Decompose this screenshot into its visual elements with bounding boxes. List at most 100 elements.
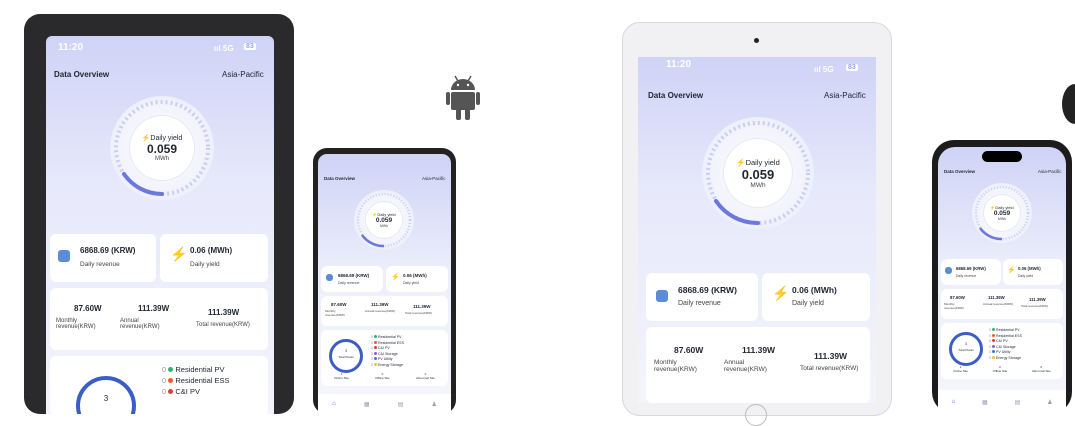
dynamic-island [982, 151, 1022, 162]
gauge-unit: MWh [997, 217, 1007, 221]
page-title: Data Overview [944, 169, 976, 174]
annual-revenue-value: 111.39W [138, 304, 170, 313]
plant-donut: 3 Total Plants [949, 332, 983, 366]
battery-icon: 83 [244, 43, 256, 50]
plant-donut: 3 Total Plants [329, 339, 363, 373]
gauge-unit: MWh [379, 224, 389, 228]
money-bag-icon [945, 267, 952, 274]
region-selector[interactable]: Asia-Pacific [1038, 169, 1062, 174]
page-title: Data Overview [648, 91, 704, 100]
tab-bar: ⌂ ▦ ▤ ♟ [318, 394, 451, 414]
revenue-value: 6868.69 (KRW) [338, 273, 370, 278]
region-selector[interactable]: Asia-Pacific [824, 91, 866, 100]
ipad-frame: 11:20 ııl 5G 83 Data Overview Asia-Pacif… [622, 22, 892, 426]
daily-yield-card[interactable]: ⚡ 0.06 (MWh) Daily yield [762, 273, 870, 321]
yield-label: Daily yield [190, 261, 220, 268]
gauge-unit: MWh [750, 181, 766, 189]
annual-revenue-value: 111.39W [742, 345, 776, 355]
yield-bolt-icon: ⚡ [170, 246, 188, 262]
iphone-screen: Data Overview Asia-Pacific ⚡Daily yield … [938, 147, 1066, 414]
android-tablet-frame: 11:20 ııl 5G 83 Data Overview Asia-Pacif… [24, 14, 294, 414]
yield-value: 0.06 (MWh) [792, 285, 837, 295]
daily-revenue-card[interactable]: 6868.69 (KRW) Daily revenue [646, 273, 758, 321]
gauge-value: 0.059 [375, 217, 393, 224]
revenue-summary-card: 87.60W Monthly revenue(KRW) 111.39W Annu… [646, 327, 870, 403]
gauge-value: 0.059 [741, 166, 775, 182]
plant-breakdown-card: 3 Total Plants 0 Residential PV 0 Reside… [941, 323, 1063, 379]
annual-revenue-label: Annual revenue(KRW) [724, 359, 767, 373]
apple-logo-icon [1062, 84, 1075, 124]
ipad-screen: 11:20 ııl 5G 83 Data Overview Asia-Pacif… [638, 57, 876, 403]
revenue-label: Daily revenue [80, 261, 120, 268]
yield-bolt-icon: ⚡ [772, 285, 790, 301]
tab-devices-icon[interactable]: ▤ [398, 401, 404, 408]
monthly-revenue-value: 87.60W [950, 295, 965, 300]
plant-legend: 0 Residential PV 0 Residential ESS 0 C&I… [989, 328, 1022, 360]
total-revenue-label: Total revenue(KRW) [405, 311, 432, 315]
plant-legend: 0 Residential PV 0 Residential ESS 0 C&I… [162, 364, 230, 397]
tab-bar: ⌂ ▦ ▤ ♟ [938, 390, 1066, 414]
revenue-summary-card: 87.60W Monthly revenue(KRW) 111.39W Annu… [50, 288, 268, 350]
daily-yield-gauge: ⚡Daily yield 0.059 MWh [972, 183, 1032, 243]
legend-item: 0 Residential ESS [162, 376, 230, 385]
plant-breakdown-card: 3 Total Plants 0 Residential PV 0 Reside… [321, 330, 448, 386]
yield-bolt-icon: ⚡ [1007, 267, 1016, 274]
total-revenue-label: Total revenue(KRW) [800, 365, 859, 372]
total-revenue-label: Total revenue(KRW) [196, 322, 250, 328]
daily-revenue-card[interactable]: 6868.69 (KRW) Daily revenue [50, 234, 156, 282]
tab-overview-icon[interactable]: ⌂ [951, 399, 955, 405]
yield-value: 0.06 (MWh) [403, 273, 427, 278]
annual-revenue-value: 111.39W [988, 295, 1005, 300]
daily-yield-card[interactable]: ⚡ 0.06 (MWh) Daily yield [160, 234, 268, 282]
total-revenue-value: 111.39W [208, 308, 240, 317]
site-status-row: 1 Online Site 0 Offline Site 0 Abnormal Sit… [953, 365, 1051, 373]
region-selector[interactable]: Asia-Pacific [422, 176, 446, 181]
plant-legend: 0 Residential PV 0 Residential ESS 0 C&I… [371, 335, 404, 367]
monthly-revenue-value: 87.60W [74, 304, 102, 313]
daily-yield-card[interactable]: ⚡ 0.06 (MWh) Daily yield [386, 266, 448, 292]
daily-yield-card[interactable]: ⚡ 0.06 (MWh) Daily yield [1003, 259, 1063, 285]
signal-icon: ııl 5G [214, 44, 234, 53]
site-status-row: 1 Online Site 0 Offline Site 0 Abnormal Sit… [334, 372, 435, 380]
revenue-summary-card: 87.60W Monthly revenue(KRW) 111.39W Annu… [941, 289, 1063, 319]
annual-revenue-label: Annual revenue(KRW) [365, 309, 395, 313]
annual-revenue-label: Annual revenue(KRW) [983, 302, 1013, 306]
monthly-revenue-label: Monthly revenue(KRW) [944, 302, 964, 310]
monthly-revenue-label: Monthly revenue(KRW) [56, 318, 96, 330]
tab-plants-icon[interactable]: ▦ [364, 401, 370, 408]
region-selector[interactable]: Asia-Pacific [222, 70, 264, 79]
yield-label: Daily yield [403, 281, 419, 285]
yield-label: Daily yield [1018, 274, 1034, 278]
total-revenue-value: 111.39W [413, 304, 431, 309]
total-revenue-value: 111.39W [1029, 297, 1046, 302]
plant-donut: 3 [76, 376, 136, 414]
daily-revenue-card[interactable]: 6868.69 (KRW) Daily revenue [321, 266, 383, 292]
tab-me-icon[interactable]: ♟ [1047, 399, 1052, 406]
gauge-label: Daily yield [150, 135, 183, 142]
money-bag-icon [656, 290, 668, 302]
revenue-value: 6868.69 (KRW) [678, 285, 737, 295]
money-bag-icon [58, 250, 70, 262]
plant-count: 3 [103, 394, 109, 403]
home-button[interactable] [745, 404, 767, 426]
tab-plants-icon[interactable]: ▦ [982, 399, 988, 406]
yield-bolt-icon: ⚡ [391, 274, 400, 281]
yield-label: Daily yield [792, 300, 824, 307]
status-time: 11:20 [58, 42, 84, 53]
revenue-value: 6868.69 (KRW) [956, 266, 986, 271]
annual-revenue-value: 111.39W [371, 302, 389, 307]
money-bag-icon [326, 274, 333, 281]
camera-icon [754, 38, 759, 43]
tab-overview-icon[interactable]: ⌂ [332, 401, 336, 407]
android-phone-screen: Data Overview Asia-Pacific ⚡Daily yield … [318, 154, 451, 414]
yield-value: 0.06 (MWh) [1018, 266, 1041, 271]
plant-breakdown-card: 3 0 Residential PV 0 Residential ESS 0 C… [50, 356, 268, 414]
monthly-revenue-label: Monthly revenue(KRW) [654, 359, 697, 373]
tab-devices-icon[interactable]: ▤ [1015, 399, 1021, 406]
tab-me-icon[interactable]: ♟ [432, 401, 437, 408]
android-phone-frame: Data Overview Asia-Pacific ⚡Daily yield … [313, 148, 456, 414]
yield-value: 0.06 (MWh) [190, 246, 233, 255]
legend-item: 0 Residential PV [162, 365, 225, 374]
daily-yield-gauge: ⚡Daily yield 0.059 MWh [702, 117, 814, 229]
daily-revenue-card[interactable]: 6868.69 (KRW) Daily revenue [941, 259, 1001, 285]
